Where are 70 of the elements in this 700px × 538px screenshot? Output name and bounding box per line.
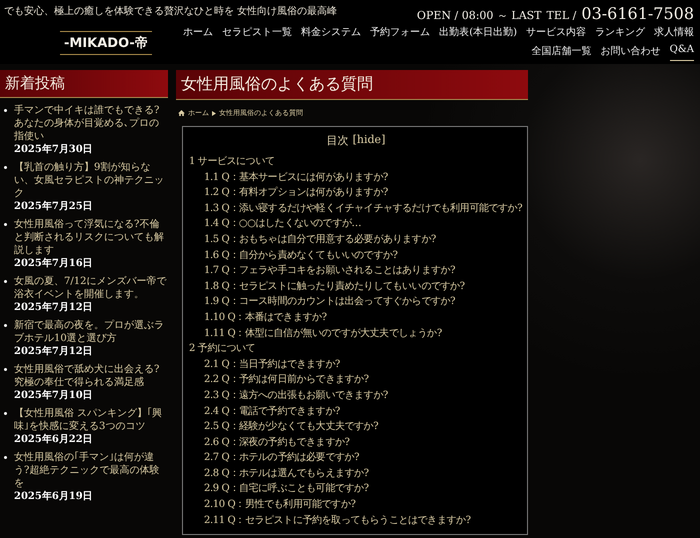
nav-link[interactable]: お問い合わせ [600,44,661,61]
toc-link[interactable]: 2.7 Q：ホテルの予約は必要ですか? [204,450,360,466]
nav-link[interactable]: Q&A [670,44,694,61]
tagline: でも安心、極上の癒しを体験できる贅沢なひと時を 女性向け風俗の最高峰 [4,4,338,18]
toc-link[interactable]: 1.1 Q：基本サービスには何がありますか? [204,170,388,186]
toc-link[interactable]: 2.2 Q：予約は何日前からできますか? [204,372,369,388]
toc-link[interactable]: 2.10 Q：男性でも利用可能ですか? [204,497,356,513]
nav-link[interactable]: ランキング [595,25,645,42]
toc-link[interactable]: 1.5 Q：おもちゃは自分で用意する必要がありますか? [204,232,436,248]
toc-link[interactable]: 2.9 Q：自宅に呼ぶことも可能ですか? [204,481,369,498]
toc-link[interactable]: 2.5 Q：経験が少なくても大丈夫ですか? [204,419,378,435]
nav-link[interactable]: ホーム [183,25,214,42]
toc-link[interactable]: 1.10 Q：本番はできますか? [204,310,327,326]
post-link[interactable]: 女性用風俗で舐め犬に出会える?究極の奉仕で得られる満足感 [14,363,168,389]
nav-link[interactable]: サービス内容 [526,25,586,42]
site-logo[interactable]: -MIKADO-帝 [60,31,152,55]
opening-hours: OPEN / 08:00 ～ LAST [416,8,542,23]
post-date: 2025年6月22日 [14,433,93,446]
bullet-icon [4,280,7,283]
post-date: 2025年7月12日 [14,345,93,358]
toc-link[interactable]: 2.4 Q：電話で予約できますか? [204,404,340,420]
toc-link[interactable]: 1 サービスについて [189,154,275,170]
nav-link[interactable]: 料金システム [301,25,362,42]
post-date: 2025年7月12日 [14,301,93,314]
toc-link[interactable]: 2.11 Q：セラピストに予約を取ってもらうことはできますか? [204,512,471,528]
bullet-icon [4,223,7,226]
toc-link[interactable]: 2.8 Q：ホテルは選んでもらえますか? [204,466,369,482]
page-title: 女性用風俗のよくある質問 [176,70,528,100]
toc-link[interactable]: 1.11 Q：体型に自信が無いのですが大丈夫でしょうか? [204,326,442,342]
sidebar-heading: 新着投稿 [0,70,168,98]
toc-link[interactable]: 1.7 Q：フェラや手コキをお願いされることはありますか? [204,263,456,279]
toc-link[interactable]: 1.2 Q：有料オプションは何がありますか? [204,185,388,201]
post-link[interactable]: 【乳首の触り方】9割が知らない、女風セラピストの神テクニック [14,161,168,200]
bullet-icon [4,166,7,169]
post-link[interactable]: 女風の夏、7/12にメンズバー帝で浴衣イベントを開催します。 [14,275,168,301]
toc-link[interactable]: 1.4 Q：○○はしたくないのですが… [204,216,362,232]
post-link[interactable]: 新宿で最高の夜を。プロが選ぶラブホテル10選と選び方 [14,319,168,345]
phone-number: 03-6161-7508 [581,4,694,23]
nav-link[interactable]: 求人情報 [654,25,694,42]
post-date: 2025年7月16日 [14,257,93,270]
chevron-icon [212,110,216,116]
nav-link[interactable]: セラピスト一覧 [222,25,292,42]
post-date: 2025年7月10日 [14,389,93,402]
bullet-icon [4,412,7,415]
toc-link[interactable]: 1.6 Q：自分から責めなくてもいいのですか? [204,248,398,264]
toc-link[interactable]: 1.8 Q：セラピストに触ったり責めたりしてもいいのですか? [204,278,465,294]
post-date: 2025年6月19日 [14,490,93,503]
post-link[interactable]: 【女性用風俗 スパンキング】｢興味｣を快感に変える3つのコツ [14,407,168,433]
nav-link[interactable]: 出勤表(本日出勤) [439,25,517,42]
toc-toggle-link[interactable]: [hide] [352,133,386,148]
post-date: 2025年7月30日 [14,143,93,156]
post-date: 2025年7月25日 [14,200,93,213]
post-link[interactable]: 手マンで中イキは誰でもできる?あなたの身体が目覚める､プロの指使い [14,104,168,143]
bullet-icon [4,109,7,112]
toc-link[interactable]: 2.6 Q：深夜の予約もできますか? [204,434,350,450]
bullet-icon [4,456,7,459]
toc-link[interactable]: 1.3 Q：添い寝するだけや軽くイチャイチャするだけでも利用可能ですか? [204,200,522,216]
toc-link[interactable]: 2.3 Q：遠方への出張もお願いできますか? [204,388,388,404]
toc-link[interactable]: 2 予約について [189,341,256,357]
post-link[interactable]: 女性用風俗の｢手マン｣は何が違う?超絶テクニックで最高の体験を [14,451,168,490]
bullet-icon [4,324,7,327]
toc-link[interactable]: 2.1 Q：当日予約はできますか? [204,356,340,372]
nav-link[interactable]: 予約フォーム [370,25,430,42]
toc-link[interactable]: 1.9 Q：コース時間のカウントは出会ってすぐからですか? [204,294,456,310]
home-icon [178,110,185,116]
nav-link[interactable]: 全国店舗一覧 [532,44,592,61]
post-link[interactable]: 女性用風俗って浮気になる?不倫と判断されるリスクについても解説します [14,218,168,257]
bullet-icon [4,368,7,371]
toc-title: 目次 [326,133,349,148]
tel-label: TEL / [546,9,576,22]
